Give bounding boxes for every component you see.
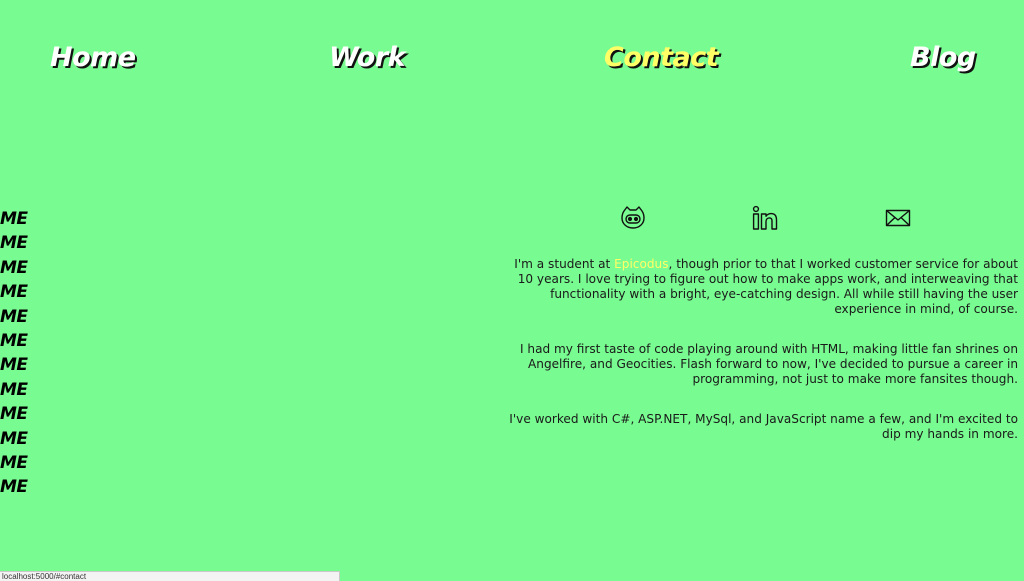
email-icon (884, 204, 912, 232)
epicodus-link[interactable]: Epicodus (614, 257, 668, 271)
me-item: ME (0, 331, 28, 352)
nav-contact-link[interactable]: Contact (604, 42, 719, 73)
nav-work-link[interactable]: Work (329, 42, 406, 73)
about-text: I'm a student at Epicodus, though prior … (508, 257, 1018, 467)
email-link[interactable] (884, 204, 912, 232)
me-item: ME (0, 428, 28, 449)
github-link[interactable] (619, 204, 647, 232)
me-list: ME ME ME ME ME ME ME ME ME ME ME ME (0, 207, 28, 500)
me-item: ME (0, 453, 28, 474)
linkedin-icon (751, 204, 779, 232)
linkedin-link[interactable] (751, 204, 779, 232)
me-item: ME (0, 306, 28, 327)
page: Home Work Contact Blog ME ME ME ME ME ME… (0, 0, 1024, 581)
me-item: ME (0, 209, 28, 229)
me-item: ME (0, 379, 28, 400)
about-p1-before: I'm a student at (514, 257, 615, 271)
me-item: ME (0, 257, 28, 278)
nav-blog-link[interactable]: Blog (910, 42, 976, 73)
nav-home-link[interactable]: Home (50, 42, 136, 73)
me-item: ME (0, 233, 28, 254)
status-bar-url: localhost:5000/#contact (0, 571, 340, 581)
about-paragraph-2: I had my first taste of code playing aro… (520, 342, 1018, 386)
about-paragraph-1: I'm a student at Epicodus, though prior … (508, 257, 1018, 317)
about-paragraph-3: I've worked with C#, ASP.NET, MySql, and… (509, 412, 1018, 441)
github-icon (619, 204, 647, 232)
me-item: ME (0, 355, 28, 376)
me-item: ME (0, 404, 28, 425)
me-item: ME (0, 282, 28, 303)
me-item: ME (0, 477, 28, 498)
